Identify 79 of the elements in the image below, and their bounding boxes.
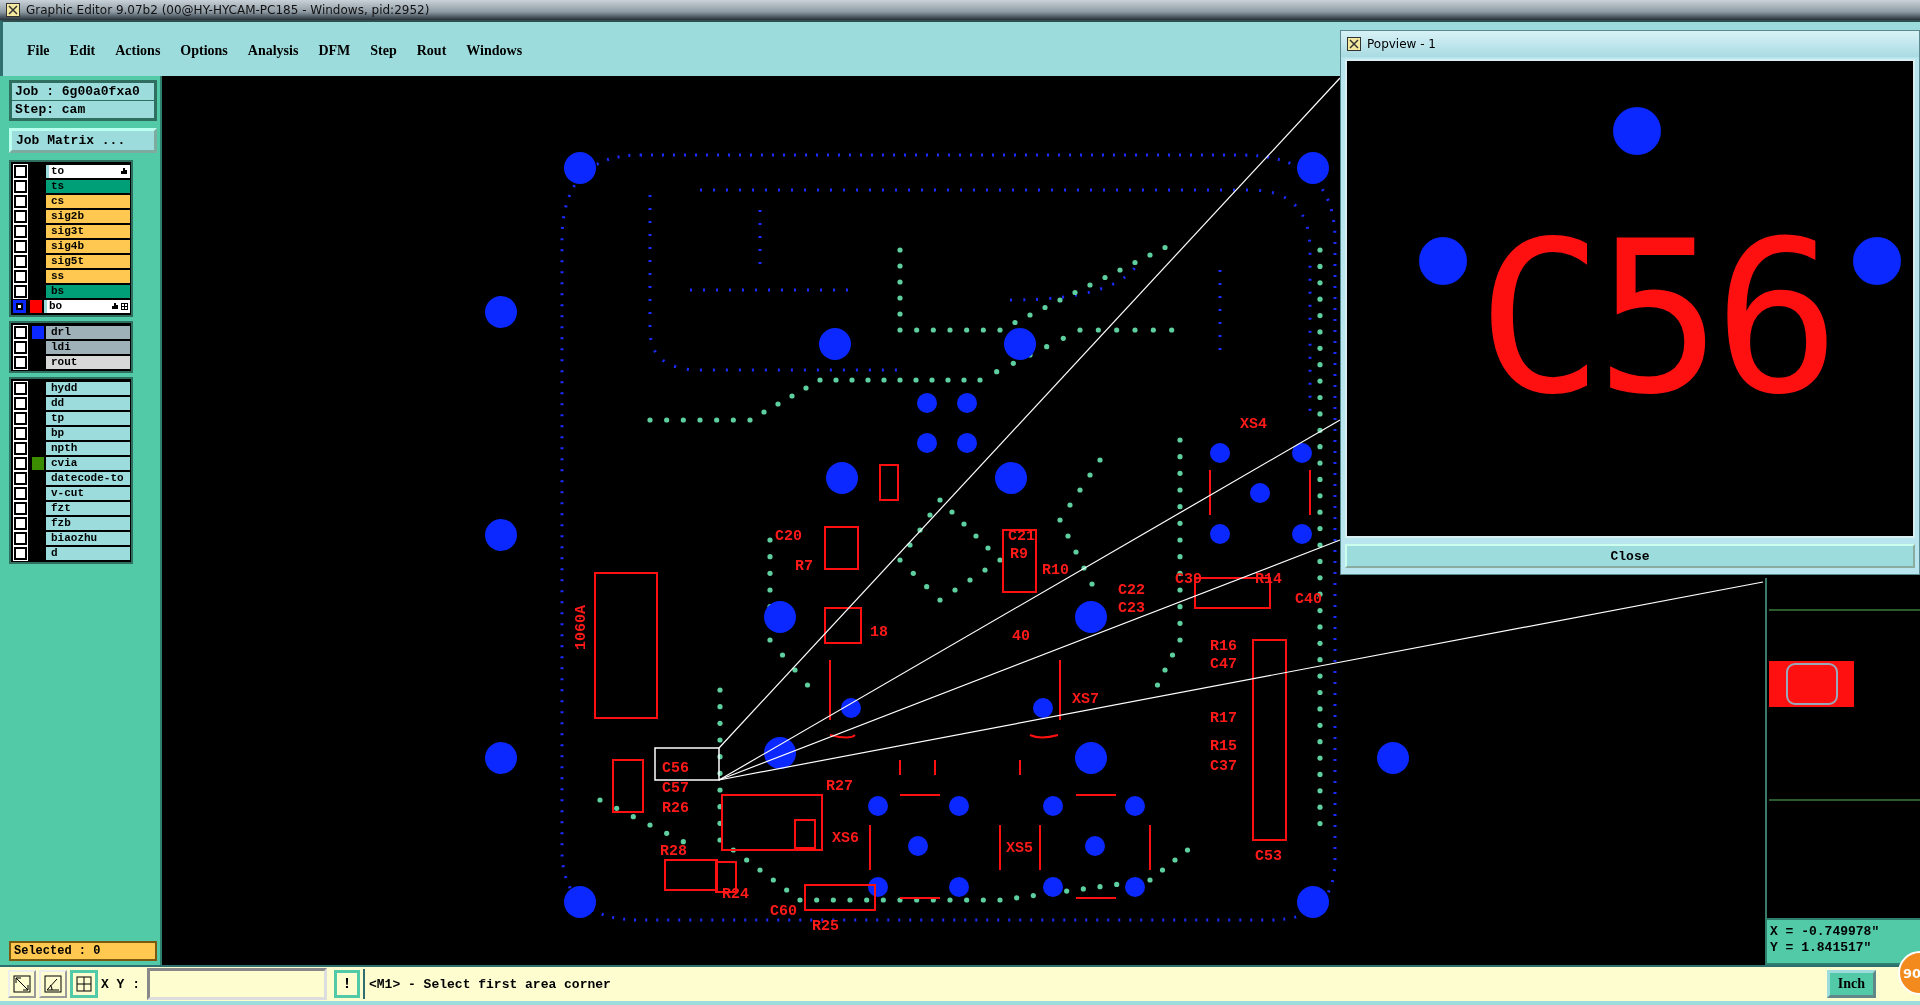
- menu-item[interactable]: DFM: [310, 41, 359, 61]
- layer-item[interactable]: bs: [46, 284, 130, 298]
- menu-item[interactable]: Edit: [61, 41, 104, 61]
- silkscreen-label: C56: [1477, 196, 1833, 441]
- y-coordinate: Y = 1.841517": [1770, 940, 1873, 956]
- silkscreen-label: C39: [1175, 571, 1202, 588]
- silkscreen-label: 1060A: [573, 605, 590, 650]
- layer-item[interactable]: cs: [46, 194, 130, 208]
- layer-item[interactable]: biaozhu: [46, 531, 130, 545]
- silkscreen-label: R26: [662, 800, 689, 817]
- job-name: Job : 6g00a0fxa0: [12, 83, 154, 100]
- x-coordinate: X = -0.749978": [1770, 924, 1881, 940]
- status-prompt: <M1> - Select first area corner: [363, 969, 1824, 999]
- menu-item[interactable]: Rout: [408, 41, 455, 61]
- layer-item[interactable]: npth: [46, 441, 130, 455]
- layer-item[interactable]: dd: [46, 396, 130, 410]
- layer-item[interactable]: to: [46, 164, 130, 178]
- silkscreen-label: C53: [1255, 848, 1282, 865]
- layer-item[interactable]: cvia: [46, 456, 130, 470]
- step-name: Step: cam: [12, 101, 154, 118]
- silkscreen-label: XS6: [832, 830, 859, 847]
- close-button[interactable]: Close: [1345, 544, 1915, 568]
- silkscreen-label: R24: [722, 886, 749, 903]
- silkscreen-label: R9: [1010, 546, 1028, 563]
- layer-item[interactable]: bp: [46, 426, 130, 440]
- layer-item[interactable]: sig4b: [46, 239, 130, 253]
- silkscreen-label: 18: [870, 624, 888, 641]
- menu-item[interactable]: Windows: [458, 41, 531, 61]
- layer-item[interactable]: tp: [46, 411, 130, 425]
- layer-item[interactable]: ts: [46, 179, 130, 193]
- menu-item[interactable]: Step: [362, 41, 405, 61]
- silkscreen-label: R14: [1255, 571, 1282, 588]
- layer-item[interactable]: ss: [46, 269, 130, 283]
- menu-item[interactable]: Options: [172, 41, 236, 61]
- silkscreen-label: XS4: [1240, 416, 1267, 433]
- silkscreen-label: R27: [826, 778, 853, 795]
- silkscreen-label: R15: [1210, 738, 1237, 755]
- silkscreen-label: C47: [1210, 656, 1237, 673]
- silkscreen-label: XS7: [1072, 691, 1099, 708]
- silkscreen-label: C21: [1008, 528, 1035, 545]
- layer-item[interactable]: ldi: [46, 340, 130, 354]
- silkscreen-label: R25: [812, 918, 839, 935]
- window-title: Graphic Editor 9.07b2 (00@HY-HYCAM-PC185 - Windows, pid:2952): [26, 3, 430, 17]
- silkscreen-label: C57: [662, 780, 689, 797]
- layer-item[interactable]: hydd: [46, 381, 130, 395]
- info-button[interactable]: !: [334, 970, 360, 998]
- xy-label: X Y :: [101, 976, 140, 992]
- popview-title: Popview - 1: [1367, 37, 1436, 51]
- silkscreen-label: C56: [662, 760, 689, 777]
- silkscreen-label: R28: [660, 843, 687, 860]
- menu-item[interactable]: Actions: [107, 41, 169, 61]
- layer-item[interactable]: fzb: [46, 516, 130, 530]
- job-matrix-button[interactable]: Job Matrix ...: [9, 128, 157, 153]
- silkscreen-label: C60: [770, 903, 797, 920]
- silkscreen-label: R16: [1210, 638, 1237, 655]
- menu-item[interactable]: Analysis: [239, 41, 307, 61]
- layer-item[interactable]: sig2b: [46, 209, 130, 223]
- layer-item[interactable]: sig5t: [46, 254, 130, 268]
- layer-item[interactable]: v-cut: [46, 486, 130, 500]
- layer-item[interactable]: datecode-to: [46, 471, 130, 485]
- silkscreen-label: 40: [1012, 628, 1030, 645]
- silkscreen-label: R7: [795, 558, 813, 575]
- layer-item[interactable]: fzt: [46, 501, 130, 515]
- layer-item[interactable]: drl: [46, 325, 130, 339]
- silkscreen-label: C22: [1118, 582, 1145, 599]
- layer-item[interactable]: d: [46, 546, 130, 560]
- layer-item[interactable]: bo: [44, 299, 130, 313]
- silkscreen-label: C23: [1118, 600, 1145, 617]
- silkscreen-label: R10: [1042, 562, 1069, 579]
- selected-count: Selected : 0: [9, 941, 157, 961]
- silkscreen-label: C20: [775, 528, 802, 545]
- layer-item[interactable]: sig3t: [46, 224, 130, 238]
- silkscreen-label: C40: [1295, 591, 1322, 608]
- menu-item[interactable]: File: [19, 41, 58, 61]
- silkscreen-label: C37: [1210, 758, 1237, 775]
- layer-item[interactable]: rout: [46, 355, 130, 369]
- silkscreen-label: R17: [1210, 710, 1237, 727]
- silkscreen-label: XS5: [1006, 840, 1033, 857]
- units-button[interactable]: Inch: [1826, 970, 1876, 998]
